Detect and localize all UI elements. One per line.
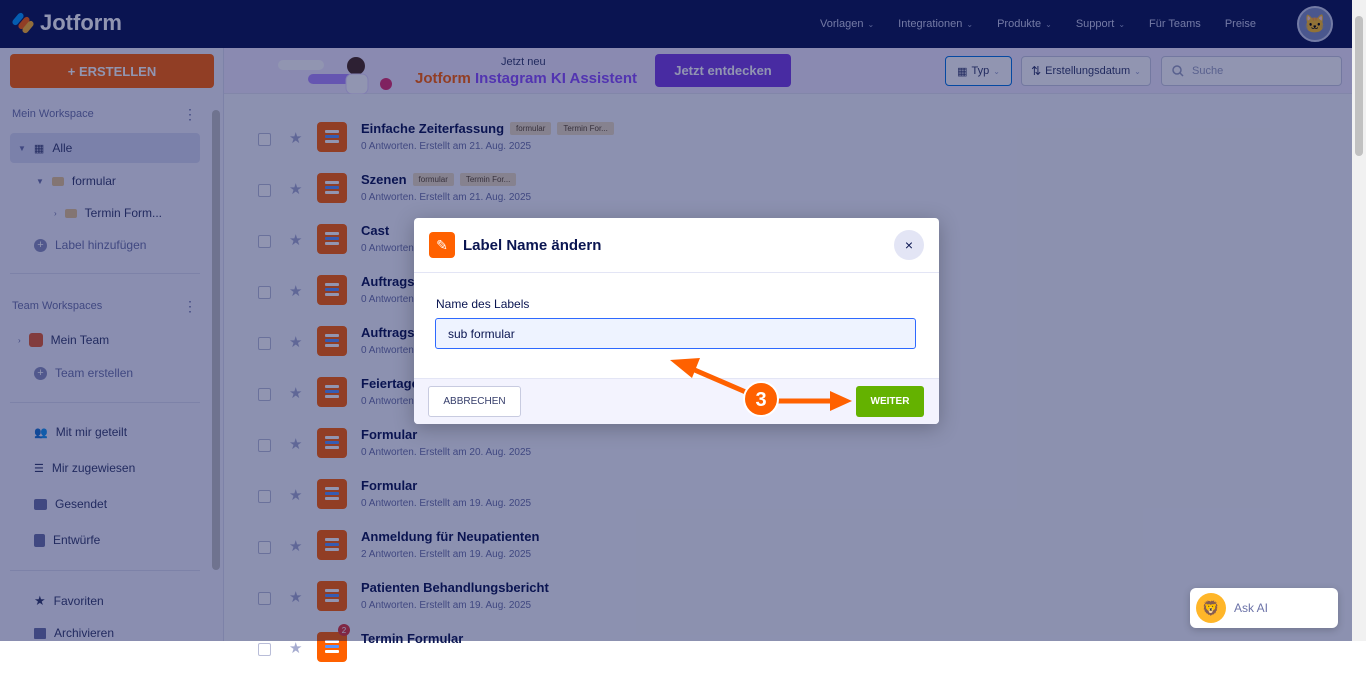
- ask-ai-label: Ask AI: [1234, 601, 1269, 615]
- next-button[interactable]: WEITER: [856, 386, 924, 417]
- page-scrollbar[interactable]: [1352, 0, 1366, 641]
- ask-ai-button[interactable]: 🦁 Ask AI: [1190, 588, 1338, 628]
- star-icon[interactable]: ★: [289, 639, 302, 657]
- ai-assistant-avatar-icon: 🦁: [1196, 593, 1226, 623]
- cancel-button[interactable]: ABBRECHEN: [428, 386, 521, 417]
- dialog-title: Label Name ändern: [463, 237, 602, 254]
- select-checkbox[interactable]: [258, 643, 271, 656]
- label-name-label: Name des Labels: [436, 297, 530, 311]
- divider: [414, 272, 939, 273]
- dialog-footer: ABBRECHEN WEITER: [414, 378, 939, 424]
- close-button[interactable]: ×: [894, 230, 924, 260]
- label-name-input[interactable]: [435, 318, 916, 349]
- scrollbar-thumb[interactable]: [1355, 16, 1363, 156]
- rename-label-dialog: ✎ Label Name ändern × Name des Labels AB…: [414, 218, 939, 424]
- edit-icon: ✎: [429, 232, 455, 258]
